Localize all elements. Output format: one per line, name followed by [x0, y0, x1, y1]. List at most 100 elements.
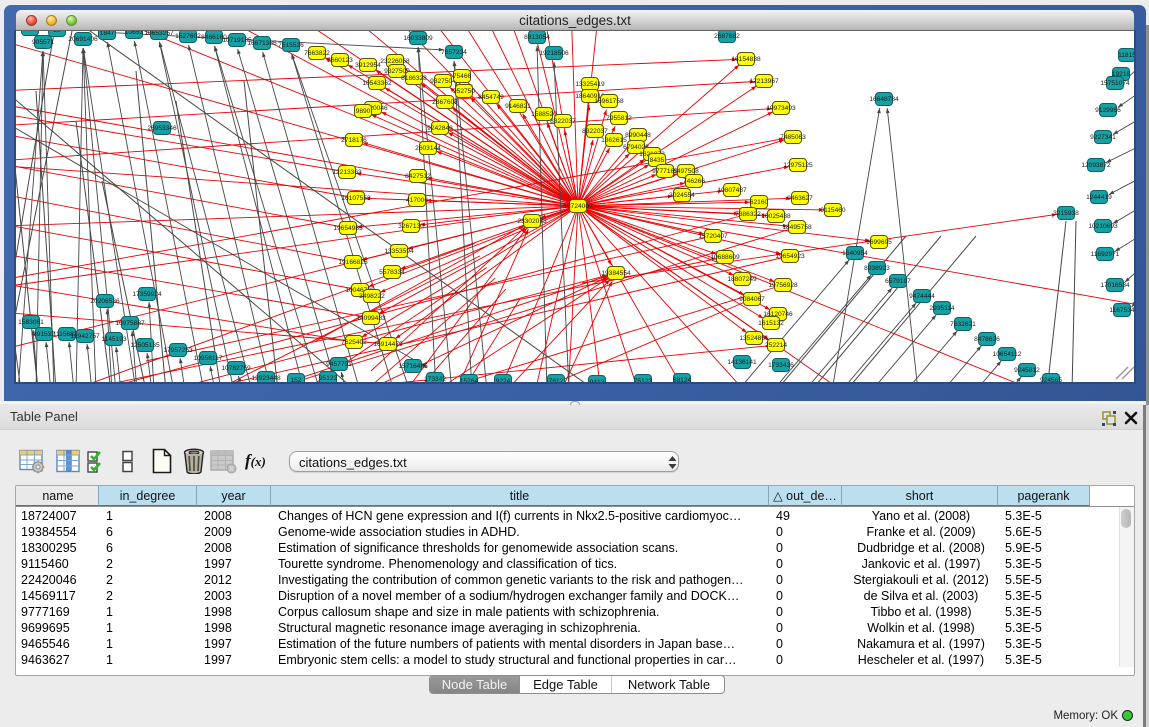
svg-text:18724007: 18724007: [563, 203, 593, 210]
svg-text:16033809: 16033809: [403, 35, 433, 42]
svg-text:8990448: 8990448: [625, 132, 651, 139]
svg-text:10210693: 10210693: [1088, 223, 1118, 230]
svg-text:3912954: 3912954: [355, 62, 381, 69]
svg-text:1145193: 1145193: [101, 336, 127, 343]
svg-text:1640954: 1640954: [842, 250, 868, 257]
svg-text:924565: 924565: [1040, 377, 1062, 382]
svg-text:9242848: 9242848: [427, 125, 453, 132]
svg-text:15716485: 15716485: [398, 363, 428, 370]
svg-text:2718176: 2718176: [341, 137, 367, 144]
svg-text:746266: 746266: [683, 178, 705, 185]
svg-text:1167534: 1167534: [1109, 307, 1134, 314]
svg-text:11815: 11815: [1118, 52, 1134, 59]
svg-text:23226058: 23226058: [380, 58, 410, 65]
svg-text:15264: 15264: [460, 378, 479, 382]
svg-text:10653257: 10653257: [144, 31, 174, 37]
svg-text:10782759: 10782759: [221, 365, 251, 372]
svg-text:95122: 95122: [319, 375, 338, 382]
svg-text:26953346: 26953346: [147, 125, 177, 132]
svg-text:10653: 10653: [125, 31, 144, 36]
svg-text:7857224: 7857224: [441, 49, 467, 56]
svg-text:7386322: 7386322: [735, 211, 761, 218]
svg-text:18495758: 18495758: [782, 224, 812, 231]
svg-text:9224: 9224: [496, 378, 511, 382]
svg-text:1583061: 1583061: [18, 319, 44, 326]
svg-text:9457791: 9457791: [326, 361, 352, 368]
svg-text:1244419: 1244419: [1086, 194, 1112, 201]
svg-text:3024554: 3024554: [669, 192, 695, 199]
svg-text:9115460: 9115460: [820, 207, 846, 214]
svg-text:8322037: 8322037: [582, 128, 608, 135]
svg-text:62160: 62160: [750, 199, 769, 206]
svg-text:16914479: 16914479: [373, 341, 403, 348]
svg-text:9227341: 9227341: [1090, 134, 1116, 141]
svg-text:8813054: 8813054: [524, 34, 550, 41]
svg-text:10958117: 10958117: [194, 355, 223, 362]
svg-text:10654112: 10654112: [993, 351, 1022, 358]
svg-text:9474444: 9474444: [909, 293, 935, 300]
svg-text:12213363: 12213363: [332, 169, 362, 176]
svg-text:2603144: 2603144: [415, 145, 441, 152]
svg-text:19756928: 19756928: [768, 282, 798, 289]
svg-text:252214: 252214: [765, 342, 787, 349]
svg-text:1588520: 1588520: [531, 111, 557, 118]
svg-text:7625402: 7625402: [341, 339, 367, 346]
svg-text:2687682: 2687682: [714, 33, 740, 40]
svg-text:12213967: 12213967: [749, 78, 779, 85]
svg-text:10973493: 10973493: [766, 105, 796, 112]
svg-text:5578334: 5578334: [379, 269, 405, 276]
svg-text:13325419: 13325419: [575, 81, 605, 88]
svg-text:8660123: 8660123: [327, 57, 353, 64]
svg-text:12975125: 12975125: [783, 162, 813, 169]
svg-text:13524851: 13524851: [739, 335, 769, 342]
svg-text:6497508: 6497508: [673, 168, 699, 175]
svg-text:7515526: 7515526: [278, 42, 304, 49]
svg-text:14099483: 14099483: [356, 315, 386, 322]
svg-text:19218506: 19218506: [539, 50, 569, 57]
svg-text:8478626: 8478626: [974, 336, 1000, 343]
svg-text:10543362: 10543362: [362, 80, 392, 87]
svg-text:20: 20: [53, 31, 61, 34]
svg-text:7955812: 7955812: [606, 115, 632, 122]
svg-text:15751074: 15751074: [1100, 80, 1130, 87]
svg-text:8322037: 8322037: [550, 118, 576, 125]
svg-text:19384554: 19384554: [601, 270, 631, 277]
svg-text:12093872: 12093872: [1081, 162, 1111, 169]
svg-text:173342: 173342: [424, 376, 446, 382]
svg-text:9129966: 9129966: [1095, 107, 1121, 114]
svg-text:15720407: 15720407: [698, 233, 728, 240]
svg-text:2935114: 2935114: [929, 305, 955, 312]
svg-text:9146821: 9146821: [505, 103, 531, 110]
svg-text:12923448: 12923448: [251, 375, 281, 382]
svg-text:14136141: 14136141: [727, 359, 757, 366]
svg-text:1615132: 1615132: [758, 320, 784, 327]
svg-text:20691406: 20691406: [68, 36, 98, 43]
svg-text:8454749: 8454749: [478, 94, 504, 101]
svg-text:10025438: 10025438: [761, 213, 791, 220]
svg-text:16154838: 16154838: [731, 56, 761, 63]
svg-text:952750: 952750: [453, 88, 475, 95]
svg-text:417006: 417006: [406, 197, 428, 204]
svg-text:7663822: 7663822: [304, 50, 330, 57]
svg-text:3215938: 3215938: [1053, 210, 1079, 217]
svg-text:152: 152: [290, 377, 301, 382]
svg-text:9463627: 9463627: [787, 195, 813, 202]
svg-text:19166825: 19166825: [338, 259, 368, 266]
svg-text:20206536: 20206536: [90, 298, 120, 305]
svg-text:1527602: 1527602: [175, 33, 201, 40]
svg-text:1362615: 1362615: [601, 137, 627, 144]
svg-text:75466: 75466: [453, 73, 472, 80]
svg-text:17957253: 17957253: [163, 347, 193, 354]
svg-text:23302073: 23302073: [517, 218, 547, 225]
svg-text:3267130: 3267130: [398, 223, 424, 230]
svg-text:9699695: 9699695: [866, 239, 892, 246]
svg-text:7632621: 7632621: [950, 321, 976, 328]
svg-text:10975887: 10975887: [115, 320, 145, 327]
svg-text:9890: 9890: [356, 108, 371, 115]
svg-text:18807249: 18807249: [727, 276, 757, 283]
svg-text:11692971: 11692971: [1091, 251, 1120, 258]
svg-text:9413: 9413: [590, 379, 605, 382]
svg-text:151: 151: [24, 31, 35, 33]
svg-text:2867608: 2867608: [432, 99, 458, 106]
svg-text:8938923: 8938923: [864, 265, 890, 272]
